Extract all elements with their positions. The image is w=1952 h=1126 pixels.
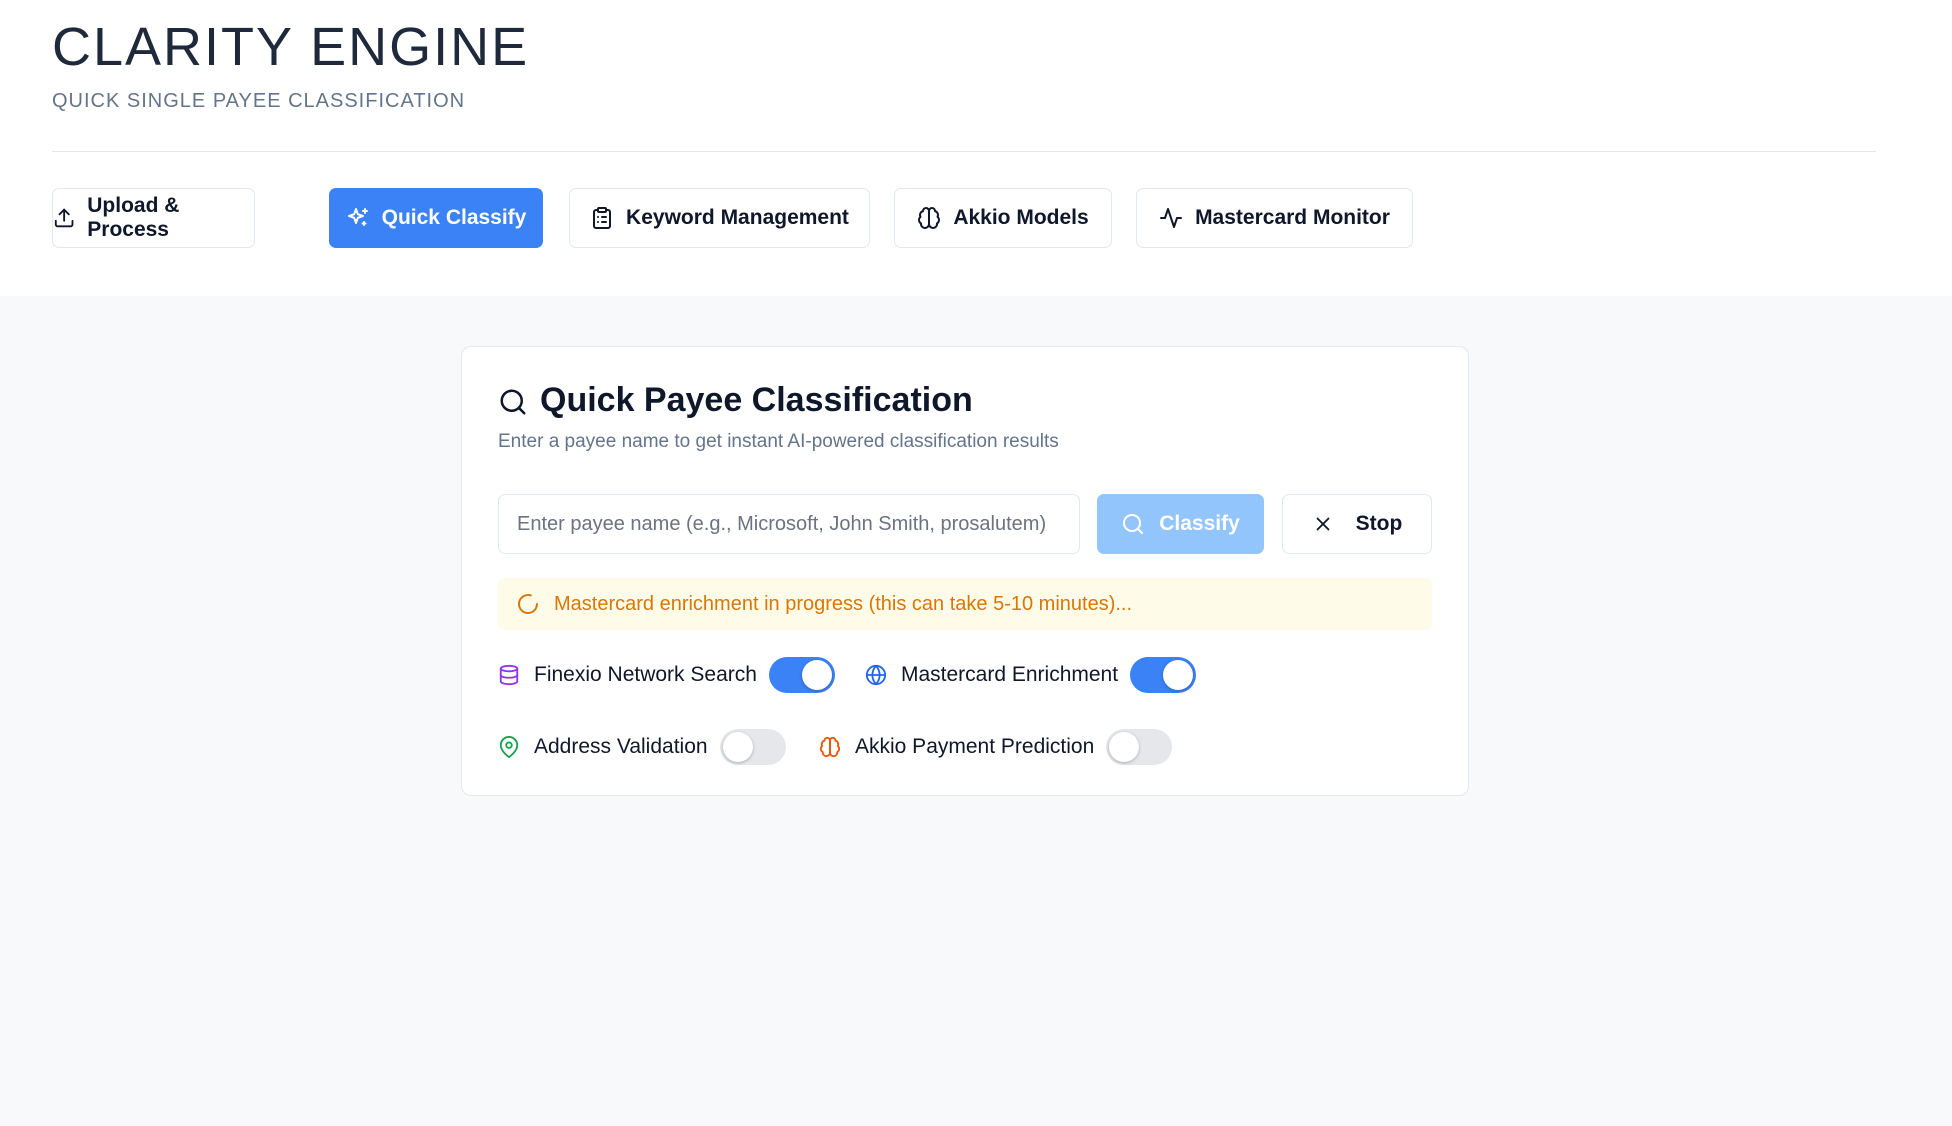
toggle-knob	[1163, 660, 1194, 690]
search-icon	[500, 389, 526, 415]
option-akkio-payment-prediction: Akkio Payment Prediction	[819, 727, 1173, 767]
main-content: Quick Payee Classification Enter a payee…	[0, 296, 1952, 1126]
search-icon	[1123, 514, 1144, 534]
option-label: Address Validation	[534, 735, 708, 758]
option-label: Mastercard Enrichment	[901, 663, 1119, 686]
toggle-knob	[722, 732, 753, 762]
brain-icon	[918, 207, 941, 229]
classify-button-label: Classify	[1159, 512, 1240, 535]
tab-mastercard-monitor-label: Mastercard Monitor	[1195, 206, 1390, 229]
finexio-network-search-toggle[interactable]	[768, 657, 835, 693]
mastercard-enrichment-toggle[interactable]	[1130, 657, 1197, 693]
classify-button[interactable]: Classify	[1097, 494, 1264, 554]
address-validation-toggle[interactable]	[719, 729, 786, 765]
app-title: CLARITY ENGINE	[52, 17, 530, 77]
app-header: CLARITY ENGINE QUICK SINGLE PAYEE CLASSI…	[0, 0, 1952, 296]
tab-akkio-models[interactable]: Akkio Models	[894, 188, 1112, 248]
tab-upload-process[interactable]: Upload & Process	[52, 188, 255, 248]
header-divider	[52, 151, 1876, 152]
option-mastercard-enrichment: Mastercard Enrichment	[865, 655, 1197, 695]
app-subtitle: QUICK SINGLE PAYEE CLASSIFICATION	[52, 90, 466, 112]
tab-keyword-management[interactable]: Keyword Management	[569, 188, 870, 248]
payee-name-input[interactable]	[498, 494, 1080, 554]
stop-button[interactable]: Stop	[1282, 494, 1432, 554]
globe-icon	[865, 664, 887, 686]
akkio-payment-prediction-toggle[interactable]	[1106, 729, 1173, 765]
card-description: Enter a payee name to get instant AI-pow…	[498, 431, 1059, 452]
loader-icon	[518, 594, 538, 614]
tab-akkio-models-label: Akkio Models	[953, 206, 1089, 229]
option-label: Finexio Network Search	[534, 663, 757, 686]
toggle-knob	[1109, 732, 1140, 762]
close-icon	[1316, 517, 1330, 531]
tab-mastercard-monitor[interactable]: Mastercard Monitor	[1136, 188, 1413, 248]
status-text: Mastercard enrichment in progress (this …	[554, 592, 1133, 615]
option-label: Akkio Payment Prediction	[855, 735, 1095, 758]
tab-quick-classify[interactable]: Quick Classify	[329, 188, 543, 248]
option-address-validation: Address Validation	[498, 727, 786, 767]
enrichment-status-banner: Mastercard enrichment in progress (this …	[498, 578, 1432, 630]
option-finexio-network-search: Finexio Network Search	[498, 655, 835, 695]
toggle-knob	[801, 660, 832, 690]
map-pin-icon	[499, 736, 519, 758]
card-title: Quick Payee Classification	[540, 381, 973, 419]
tab-quick-classify-label: Quick Classify	[381, 206, 527, 229]
tab-upload-process-label: Upload & Process	[87, 194, 180, 241]
stop-button-label: Stop	[1355, 512, 1403, 535]
tab-keyword-management-label: Keyword Management	[626, 206, 849, 229]
brain-icon	[819, 736, 841, 758]
activity-icon	[1160, 208, 1183, 228]
upload-icon	[54, 208, 74, 228]
sparkles-icon	[347, 208, 368, 226]
database-icon	[499, 664, 519, 686]
clipboard-list-icon	[593, 207, 612, 229]
quick-classification-card: Quick Payee Classification Enter a payee…	[461, 346, 1469, 796]
